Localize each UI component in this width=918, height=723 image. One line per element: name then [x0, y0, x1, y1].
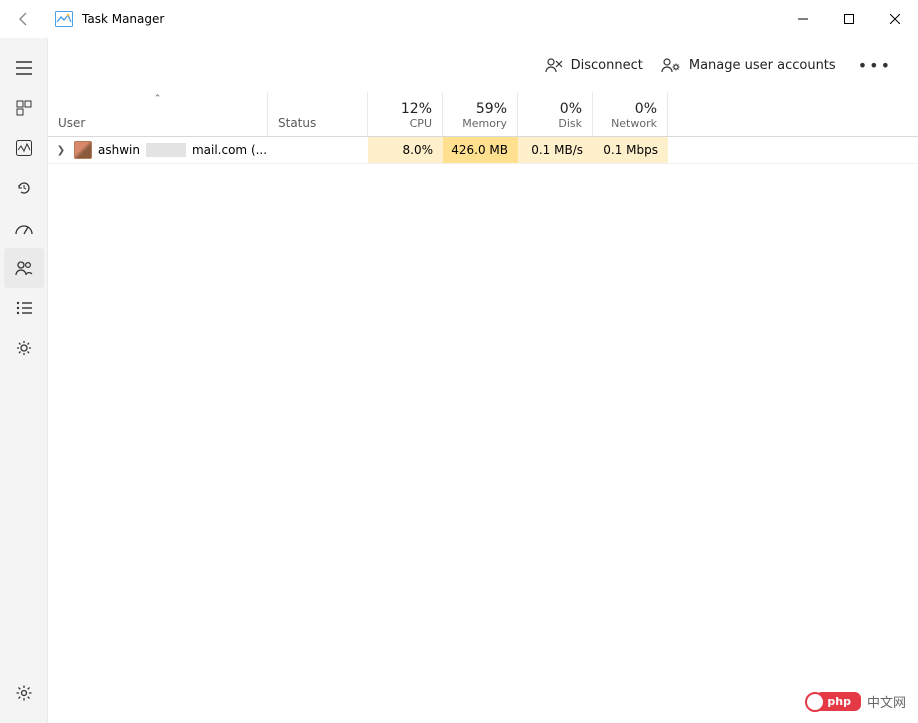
- manage-users-button[interactable]: Manage user accounts: [661, 57, 836, 73]
- memory-label: Memory: [462, 117, 507, 130]
- memory-usage-value: 59%: [476, 101, 507, 117]
- column-header-cpu[interactable]: 12% CPU: [368, 92, 443, 136]
- close-icon: [890, 14, 900, 24]
- cell-memory: 426.0 MB: [443, 137, 518, 163]
- nav-rail: [0, 38, 48, 723]
- gauge-icon: [15, 221, 33, 235]
- nav-details[interactable]: [4, 288, 44, 328]
- disconnect-label: Disconnect: [571, 58, 643, 73]
- disk-label: Disk: [558, 117, 582, 130]
- nav-processes[interactable]: [4, 88, 44, 128]
- nav-app-history[interactable]: [4, 168, 44, 208]
- sort-indicator-icon: ⌃: [154, 94, 162, 104]
- watermark-text: 中文网: [867, 692, 906, 711]
- cpu-label: CPU: [410, 117, 432, 130]
- close-button[interactable]: [872, 0, 918, 38]
- column-header-user[interactable]: ⌃ User: [48, 92, 268, 136]
- nav-startup[interactable]: [4, 208, 44, 248]
- user-name-suffix: mail.com (...: [192, 143, 267, 157]
- hamburger-button[interactable]: [4, 48, 44, 88]
- avatar: [74, 141, 92, 159]
- title-bar: Task Manager: [0, 0, 918, 38]
- column-header-status[interactable]: Status: [268, 92, 368, 136]
- disk-usage-value: 0%: [560, 101, 582, 117]
- cell-disk: 0.1 MB/s: [518, 137, 593, 163]
- network-usage-value: 0%: [635, 101, 657, 117]
- settings-icon: [16, 685, 32, 701]
- minimize-icon: [798, 14, 808, 24]
- column-header-disk[interactable]: 0% Disk: [518, 92, 593, 136]
- column-header-memory[interactable]: 59% Memory: [443, 92, 518, 136]
- more-options-button[interactable]: •••: [854, 56, 896, 75]
- cell-cpu: 8.0%: [368, 137, 443, 163]
- network-label: Network: [611, 117, 657, 130]
- grid-icon: [16, 100, 32, 116]
- cell-network: 0.1 Mbps: [593, 137, 668, 163]
- users-icon: [15, 260, 33, 276]
- main-content: Disconnect Manage user accounts ••• ⌃ Us…: [48, 38, 918, 723]
- list-icon: [16, 301, 32, 315]
- column-header-filler: [668, 92, 918, 136]
- history-icon: [16, 180, 32, 196]
- window-title: Task Manager: [82, 12, 164, 26]
- cpu-usage-value: 12%: [401, 101, 432, 117]
- maximize-icon: [844, 14, 854, 24]
- watermark-badge: php: [811, 690, 863, 713]
- cell-status: [268, 137, 368, 163]
- table-row[interactable]: ❯ ashwin mail.com (... 8.0% 426.0 MB 0.1…: [48, 137, 918, 164]
- nav-performance[interactable]: [4, 128, 44, 168]
- toolbar: Disconnect Manage user accounts •••: [48, 38, 918, 92]
- watermark: php 中文网: [811, 690, 906, 713]
- manage-users-label: Manage user accounts: [689, 58, 836, 73]
- table-header: ⌃ User Status 12% CPU 59% Memory 0% Disk…: [48, 92, 918, 137]
- minimize-button[interactable]: [780, 0, 826, 38]
- user-name-prefix: ashwin: [98, 143, 140, 157]
- maximize-button[interactable]: [826, 0, 872, 38]
- redacted-segment: [146, 143, 186, 157]
- column-header-network[interactable]: 0% Network: [593, 92, 668, 136]
- column-status-label: Status: [278, 116, 357, 130]
- window-controls: [780, 0, 918, 38]
- ellipsis-icon: •••: [858, 56, 892, 75]
- cell-user: ❯ ashwin mail.com (...: [48, 137, 268, 163]
- pulse-icon: [16, 140, 32, 156]
- app-icon: [54, 9, 74, 29]
- nav-services[interactable]: [4, 328, 44, 368]
- back-button[interactable]: [6, 1, 42, 37]
- disconnect-button[interactable]: Disconnect: [545, 57, 643, 73]
- expand-icon[interactable]: ❯: [54, 145, 68, 156]
- gear-icon: [16, 340, 32, 356]
- hamburger-icon: [16, 61, 32, 75]
- nav-settings[interactable]: [4, 673, 44, 713]
- manage-users-icon: [661, 57, 681, 73]
- disconnect-icon: [545, 57, 563, 73]
- back-icon: [16, 11, 32, 27]
- column-user-label: User: [58, 116, 257, 130]
- nav-users[interactable]: [4, 248, 44, 288]
